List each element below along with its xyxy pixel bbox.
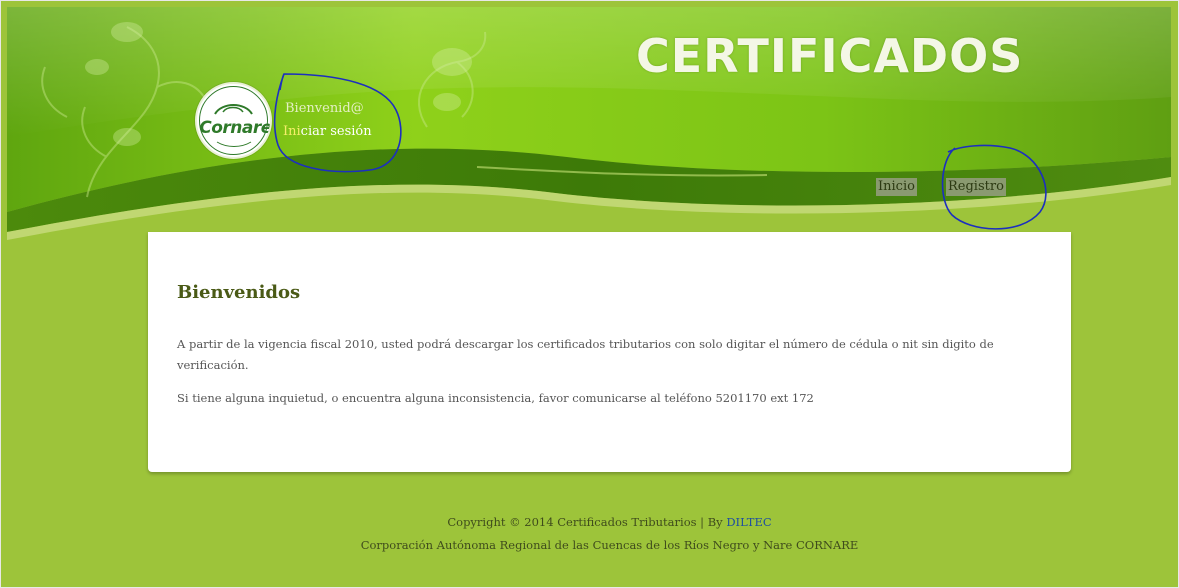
footer-copyright-text: Copyright © 2014 Certificados Tributario… bbox=[447, 515, 727, 529]
cornare-logo[interactable]: Cornare bbox=[195, 82, 272, 159]
footer-copyright: Copyright © 2014 Certificados Tributario… bbox=[0, 515, 1179, 529]
page-title: Bienvenidos bbox=[177, 282, 301, 303]
intro-paragraph: A partir de la vigencia fiscal 2010, ust… bbox=[177, 337, 994, 372]
welcome-label: Bienvenid@ bbox=[285, 101, 364, 116]
login-link-highlight: Ini bbox=[283, 124, 301, 139]
logo-text: Cornare bbox=[199, 118, 272, 138]
header-banner: CERTIFICADOS bbox=[7, 7, 1171, 247]
nav-item-inicio[interactable]: Inicio bbox=[876, 178, 917, 196]
diltec-link[interactable]: DILTEC bbox=[726, 515, 771, 529]
main-content-card: Bienvenidos A partir de la vigencia fisc… bbox=[148, 232, 1071, 472]
site-title: CERTIFICADOS bbox=[636, 29, 1024, 83]
footer-organization: Corporación Autónoma Regional de las Cue… bbox=[360, 538, 859, 552]
contact-paragraph: Si tiene alguna inquietud, o encuentra a… bbox=[177, 391, 814, 405]
login-link[interactable]: Iniciar sesión bbox=[283, 124, 372, 139]
nav-item-registro[interactable]: Registro bbox=[946, 178, 1006, 196]
login-link-rest: ciar sesión bbox=[300, 124, 372, 139]
